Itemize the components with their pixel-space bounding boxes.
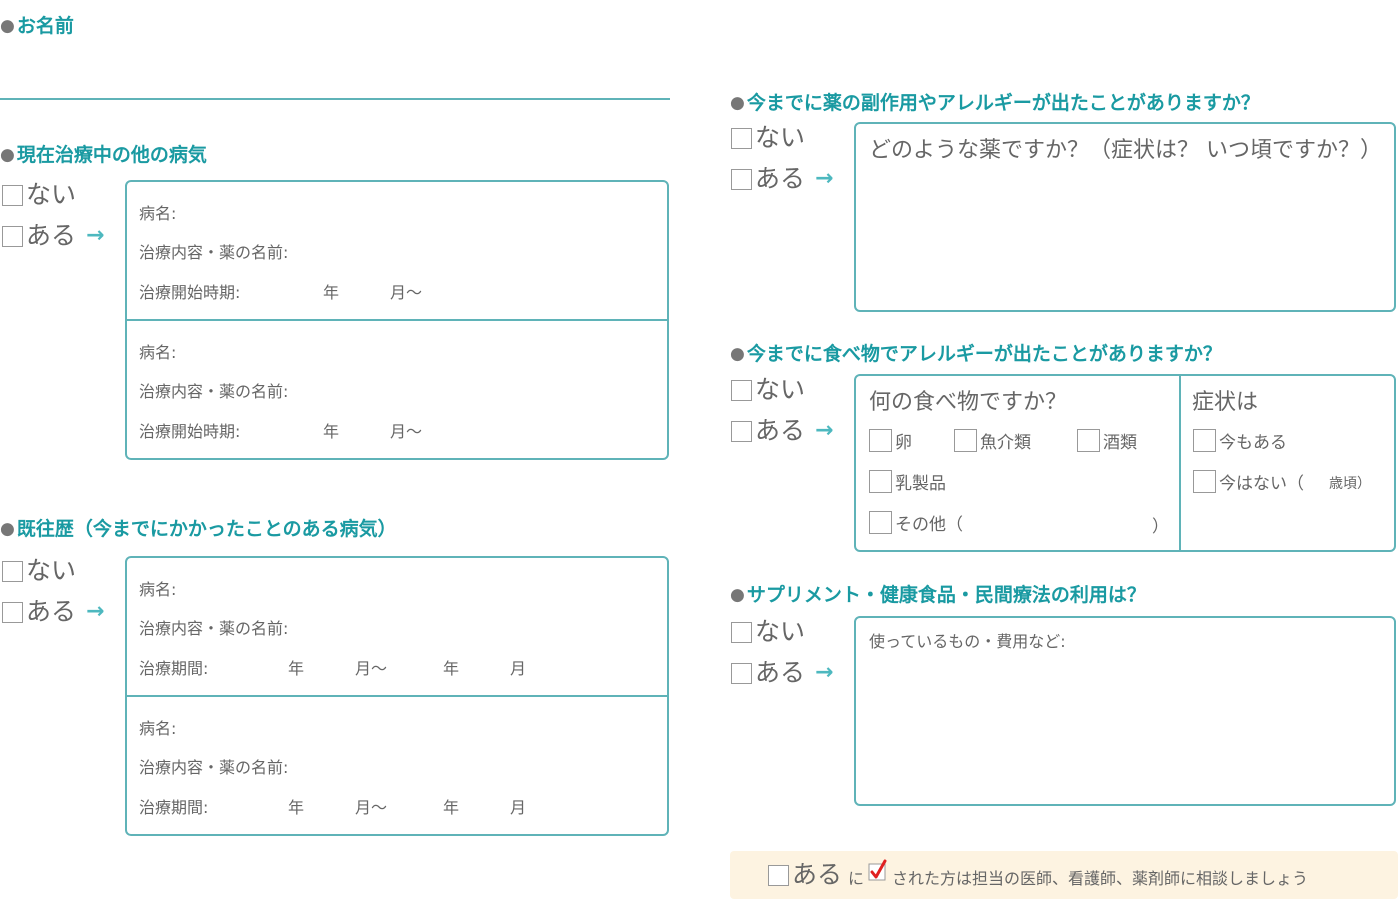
month-to-label: 月 [510,798,527,817]
current-illness-heading: ● 現在治療中の他の病気 [0,144,207,166]
symptom-age-label: 歳頃） [1329,476,1371,492]
checkbox-icon[interactable] [2,601,23,623]
checkbox-icon[interactable] [1077,429,1100,452]
bullet-icon: ● [730,585,745,605]
past-history-heading: ● 既往歴（今までにかかったことのある病気） [0,518,397,540]
symptom-prompt: 症状は [1192,390,1259,415]
checkbox-icon[interactable] [954,429,977,452]
bullet-icon: ● [730,344,745,364]
checkbox-icon[interactable] [1193,429,1216,452]
treatment-label: 治療内容・薬の名前: [139,758,289,777]
drug-allergy-no-checkbox[interactable]: ない [731,123,805,153]
checkbox-icon[interactable] [731,662,752,684]
year-to-label: 年 [443,659,460,678]
bullet-icon: ● [0,16,15,36]
year-to-label: 年 [443,798,460,817]
arrow-right-icon: → [86,599,105,624]
food-allergy-box: 何の食べ物ですか？ 卵 魚介類 酒類 乳製品 その他（ ） 症状は 今もある 今… [854,374,1396,552]
start-period-label: 治療開始時期: [139,422,241,441]
disease-name-label: 病名: [139,204,177,223]
checkbox-icon[interactable] [731,621,752,643]
checkbox-icon [768,864,789,886]
start-period-label: 治療開始時期: [139,283,241,302]
divider [1179,376,1181,550]
checkbox-icon[interactable] [1193,470,1216,493]
supplements-prompt: 使っているもの・費用など: [869,632,1066,651]
checkbox-icon[interactable] [869,429,892,452]
month-from-label: 月～ [355,798,388,817]
food-prompt: 何の食べ物ですか？ [869,390,1068,415]
current-illness-yes-checkbox[interactable]: ある → [2,221,104,251]
past-history-box: 病名: 治療内容・薬の名前: 治療期間: 年 月～ 年 月 病名: 治療内容・薬… [125,556,669,836]
arrow-right-icon: → [815,660,834,685]
food-other-checkbox[interactable]: その他（ [869,510,963,535]
symptom-current-checkbox[interactable]: 今もある [1193,428,1287,453]
bullet-icon: ● [730,93,745,113]
checkbox-icon[interactable] [731,379,752,401]
supplements-box[interactable]: 使っているもの・費用など: [854,616,1396,806]
current-illness-box: 病名: 治療内容・薬の名前: 治療開始時期: 年 月～ 病名: 治療内容・薬の名… [125,180,669,460]
drug-allergy-box[interactable]: どのような薬ですか？（症状は？ いつ頃ですか？） [854,122,1396,312]
treatment-period-label: 治療期間: [139,659,209,678]
footer-note: ある に された方は担当の医師、看護師、薬剤師に相談しましょう [730,851,1398,899]
checkbox-icon[interactable] [869,511,892,534]
bullet-icon: ● [0,145,15,165]
drug-allergy-prompt: どのような薬ですか？（症状は？ いつ頃ですか？） [869,138,1382,163]
supplements-no-checkbox[interactable]: ない [731,617,805,647]
past-history-yes-checkbox[interactable]: ある → [2,597,104,627]
current-illness-no-checkbox[interactable]: ない [2,180,76,210]
month-label: 月～ [390,283,423,302]
treatment-label: 治療内容・薬の名前: [139,619,289,638]
arrow-right-icon: → [815,418,834,443]
name-input-line[interactable] [0,98,670,100]
drug-allergy-heading: ● 今までに薬の副作用やアレルギーが出たことがありますか？ [730,92,1260,114]
treatment-label: 治療内容・薬の名前: [139,243,289,262]
divider [127,319,667,321]
note-option: ある [768,860,842,890]
disease-name-label: 病名: [139,580,177,599]
arrow-right-icon: → [815,166,834,191]
supplements-yes-checkbox[interactable]: ある → [731,658,833,688]
food-seafood-checkbox[interactable]: 魚介類 [954,428,1031,453]
arrow-right-icon: → [86,223,105,248]
disease-name-label: 病名: [139,343,177,362]
checkbox-icon[interactable] [731,168,752,190]
checkbox-icon[interactable] [869,470,892,493]
food-other-close: ） [1152,517,1169,537]
year-label: 年 [323,422,340,441]
note-connector: に [848,869,865,888]
food-egg-checkbox[interactable]: 卵 [869,428,912,453]
divider [127,695,667,697]
symptom-past-checkbox[interactable]: 今はない（ [1193,469,1304,494]
year-from-label: 年 [288,659,305,678]
food-allergy-no-checkbox[interactable]: ない [731,375,805,405]
checkbox-icon[interactable] [2,560,23,582]
checkbox-icon[interactable] [731,127,752,149]
year-from-label: 年 [288,798,305,817]
month-from-label: 月～ [355,659,388,678]
food-alcohol-checkbox[interactable]: 酒類 [1077,428,1137,453]
checkbox-icon[interactable] [2,184,23,206]
bullet-icon: ● [0,519,15,539]
drug-allergy-yes-checkbox[interactable]: ある → [731,164,833,194]
checkbox-icon[interactable] [2,225,23,247]
past-history-no-checkbox[interactable]: ない [2,556,76,586]
food-dairy-checkbox[interactable]: 乳製品 [869,469,946,494]
name-heading: ● お名前 [0,15,74,37]
note-text: された方は担当の医師、看護師、薬剤師に相談しましょう [892,869,1309,888]
checkbox-icon[interactable] [731,420,752,442]
year-label: 年 [323,283,340,302]
supplements-heading: ● サプリメント・健康食品・民間療法の利用は？ [730,584,1146,606]
food-allergy-yes-checkbox[interactable]: ある → [731,416,833,446]
month-to-label: 月 [510,659,527,678]
month-label: 月～ [390,422,423,441]
disease-name-label: 病名: [139,719,177,738]
treatment-period-label: 治療期間: [139,798,209,817]
checkmark-icon [868,859,888,883]
treatment-label: 治療内容・薬の名前: [139,382,289,401]
food-allergy-heading: ● 今までに食べ物でアレルギーが出たことがありますか？ [730,343,1222,365]
